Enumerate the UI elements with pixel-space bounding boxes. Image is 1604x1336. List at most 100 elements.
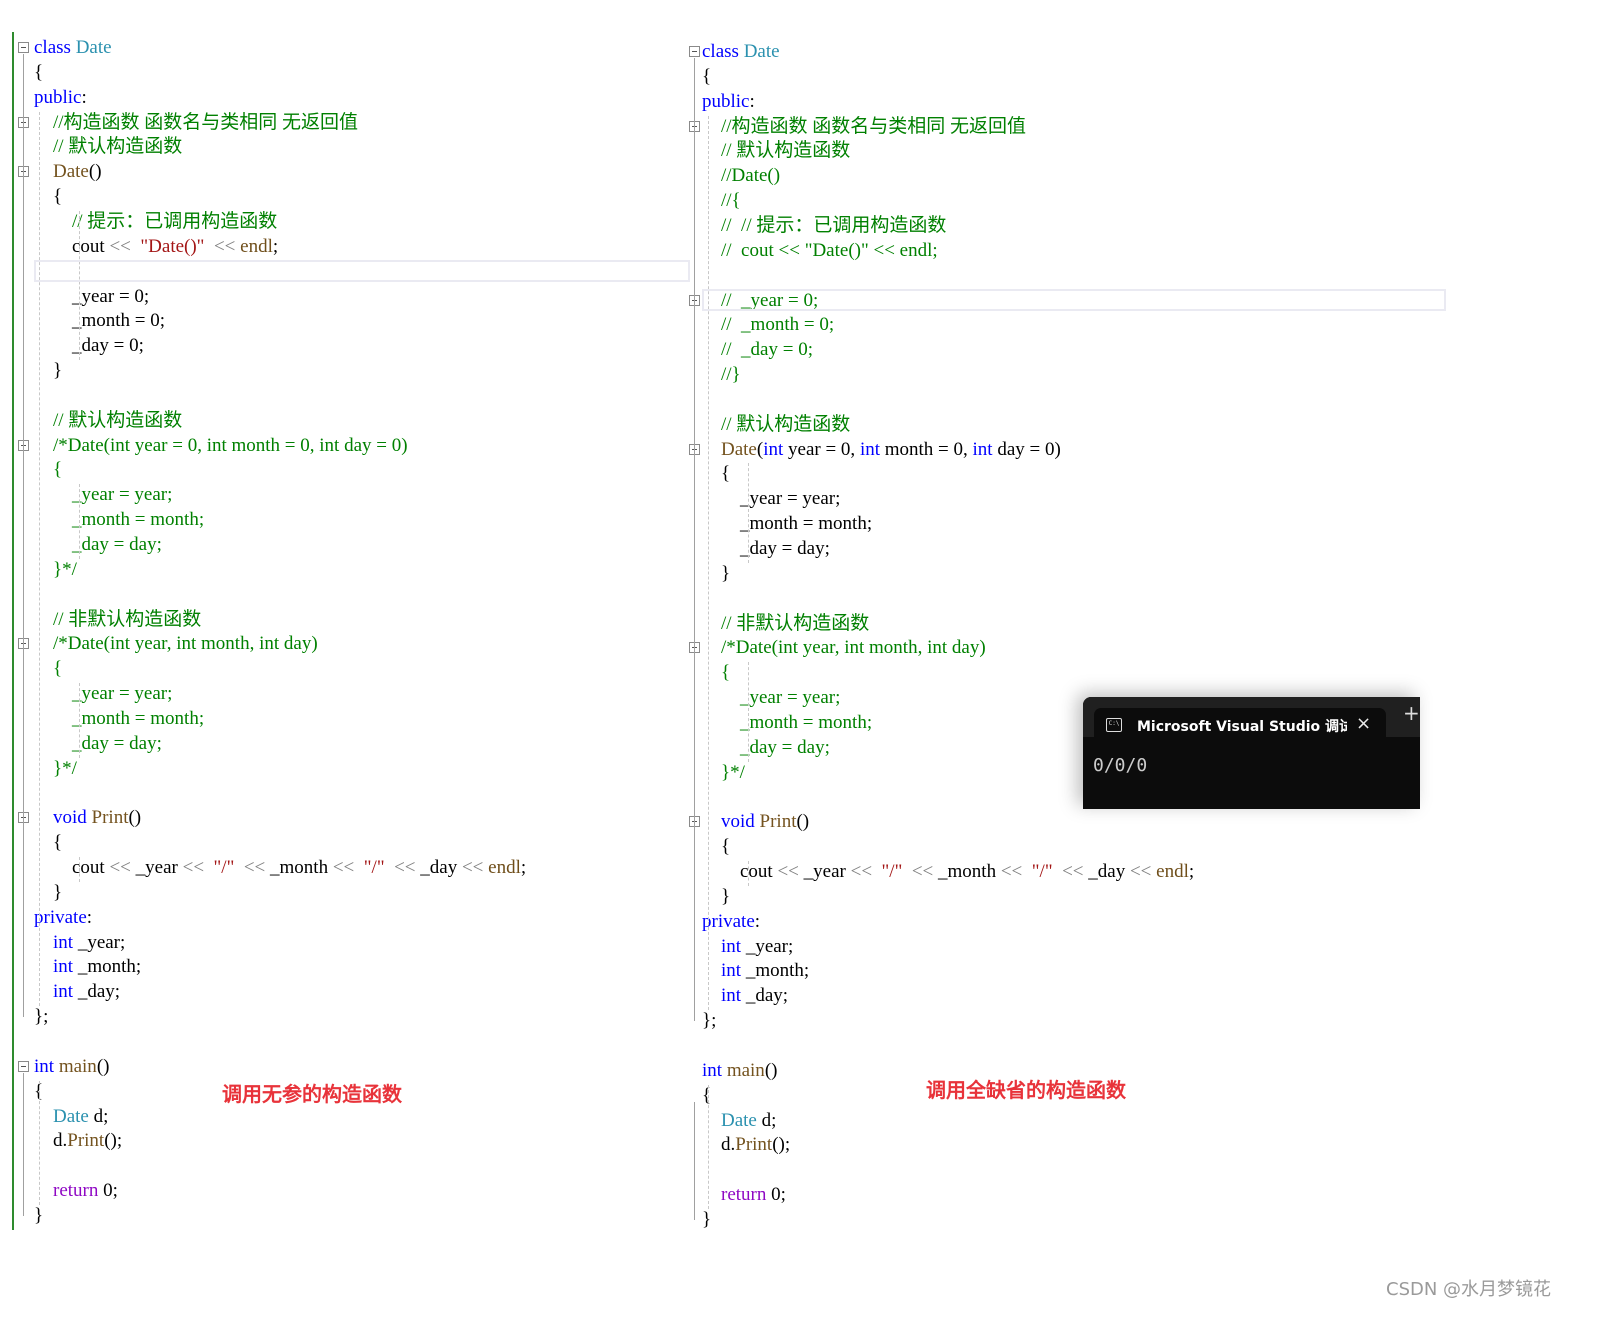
code-line[interactable]: _day = day; (34, 532, 162, 557)
code-token: int (721, 935, 742, 957)
code-line[interactable]: _day = day; (34, 731, 162, 756)
code-line[interactable]: Date d; (34, 1104, 108, 1129)
code-line[interactable]: }; (34, 1004, 48, 1029)
code-line[interactable]: int _year; (702, 934, 793, 959)
code-line[interactable]: _year = year; (702, 685, 840, 710)
code-line[interactable]: } (34, 1203, 43, 1228)
code-token: public (34, 86, 82, 108)
close-icon[interactable]: × (1356, 713, 1371, 734)
indent-guide (39, 1080, 40, 1205)
new-tab-button[interactable]: + (1403, 701, 1420, 725)
code-line[interactable]: int _month; (702, 958, 809, 983)
code-line[interactable]: class Date (702, 39, 780, 64)
code-line[interactable]: int main() (702, 1058, 777, 1083)
code-line[interactable]: _month = month; (702, 511, 872, 536)
code-line[interactable]: // 默认构造函数 (34, 408, 182, 433)
code-line[interactable]: //构造函数 函数名与类相同 无返回值 (34, 110, 358, 135)
code-line[interactable]: class Date (34, 35, 112, 60)
collapse-toggle-icon[interactable] (689, 46, 700, 57)
code-line[interactable]: int main() (34, 1054, 109, 1079)
code-line[interactable]: // 非默认构造函数 (702, 611, 869, 636)
code-line[interactable]: return 0; (34, 1178, 118, 1203)
code-line[interactable]: }; (702, 1008, 716, 1033)
code-line[interactable]: d.Print(); (702, 1132, 790, 1157)
code-line[interactable]: { (34, 60, 43, 85)
code-line[interactable]: } (702, 1207, 711, 1232)
code-line[interactable]: _month = month; (702, 710, 872, 735)
code-line[interactable]: cout << _year << "/" << _month << "/" <<… (702, 859, 1194, 884)
code-line[interactable]: }*/ (34, 756, 77, 781)
code-line[interactable]: //构造函数 函数名与类相同 无返回值 (702, 114, 1026, 139)
code-line[interactable]: private: (34, 905, 92, 930)
code-line[interactable]: // _day = 0; (702, 337, 813, 362)
code-line[interactable]: { (702, 834, 730, 859)
code-line[interactable]: Date() (34, 159, 102, 184)
code-line[interactable]: // // 提示：已调用构造函数 (702, 213, 946, 238)
code-token: _day; (741, 985, 789, 1007)
code-token: ; (1188, 861, 1195, 883)
code-line[interactable]: _year = year; (34, 482, 172, 507)
code-line[interactable]: _day = day; (702, 735, 830, 760)
code-line[interactable]: /*Date(int year = 0, int month = 0, int … (34, 433, 408, 458)
code-line[interactable]: { (702, 660, 730, 685)
code-line[interactable]: d.Print(); (34, 1128, 122, 1153)
code-line[interactable]: // cout << "Date()" << endl; (702, 238, 938, 263)
code-line[interactable]: } (702, 884, 730, 909)
code-line[interactable]: _month = month; (34, 706, 204, 731)
code-line[interactable]: int _month; (34, 954, 141, 979)
code-line[interactable]: // 提示：已调用构造函数 (34, 209, 277, 234)
code-line[interactable]: int _day; (702, 983, 788, 1008)
code-line[interactable]: _year = year; (34, 681, 172, 706)
code-line[interactable]: return 0; (702, 1182, 786, 1207)
code-line[interactable]: _day = 0; (34, 333, 144, 358)
code-line[interactable]: Date(int year = 0, int month = 0, int da… (702, 437, 1061, 462)
code-line[interactable]: void Print() (702, 809, 809, 834)
code-line[interactable]: int _year; (34, 930, 125, 955)
code-line[interactable]: // 默认构造函数 (702, 138, 850, 163)
code-token: ; (520, 857, 527, 879)
collapse-toggle-icon[interactable] (18, 1060, 29, 1072)
indent-guide (708, 1084, 709, 1209)
console-tab[interactable]: C:\ Microsoft Visual Studio 调试控 × (1094, 708, 1386, 748)
code-line[interactable]: { (702, 1083, 711, 1108)
code-token: cout (34, 235, 110, 257)
code-line[interactable]: }*/ (34, 557, 77, 582)
code-token: _day = day; (740, 736, 830, 758)
code-line[interactable]: { (702, 461, 730, 486)
code-line[interactable]: //Date() (702, 163, 780, 188)
code-line[interactable]: } (702, 561, 730, 586)
code-line[interactable]: cout << "Date()" << endl; (34, 234, 278, 259)
code-line[interactable]: Date d; (702, 1108, 776, 1133)
code-line[interactable]: int _day; (34, 979, 120, 1004)
code-line[interactable]: _day = day; (702, 536, 830, 561)
code-token: // 默认构造函数 (721, 413, 851, 435)
code-token: _year; (73, 931, 126, 953)
code-token: _month = month; (72, 707, 205, 729)
code-line[interactable]: { (702, 64, 711, 89)
code-line[interactable]: // _month = 0; (702, 312, 834, 337)
code-line[interactable]: // 非默认构造函数 (34, 607, 201, 632)
code-line[interactable]: // 默认构造函数 (34, 134, 182, 159)
code-token: Date (53, 161, 89, 183)
code-line[interactable]: _year = 0; (34, 284, 149, 309)
code-line[interactable]: private: (702, 909, 760, 934)
code-line[interactable]: _month = 0; (34, 308, 165, 333)
code-line[interactable]: /*Date(int year, int month, int day) (702, 635, 986, 660)
code-line[interactable]: void Print() (34, 805, 141, 830)
code-line[interactable]: public: (34, 85, 87, 110)
code-line[interactable]: public: (702, 89, 755, 114)
code-line[interactable]: cout << _year << "/" << _month << "/" <<… (34, 855, 526, 880)
code-line[interactable]: _month = month; (34, 507, 204, 532)
code-line[interactable]: // 默认构造函数 (702, 412, 850, 437)
code-token: // _day = 0; (721, 339, 813, 361)
code-token: // 默认构造函数 (53, 136, 183, 158)
code-line[interactable]: /*Date(int year, int month, int day) (34, 631, 318, 656)
code-line[interactable]: _year = year; (702, 486, 840, 511)
collapse-toggle-icon[interactable] (18, 42, 29, 53)
